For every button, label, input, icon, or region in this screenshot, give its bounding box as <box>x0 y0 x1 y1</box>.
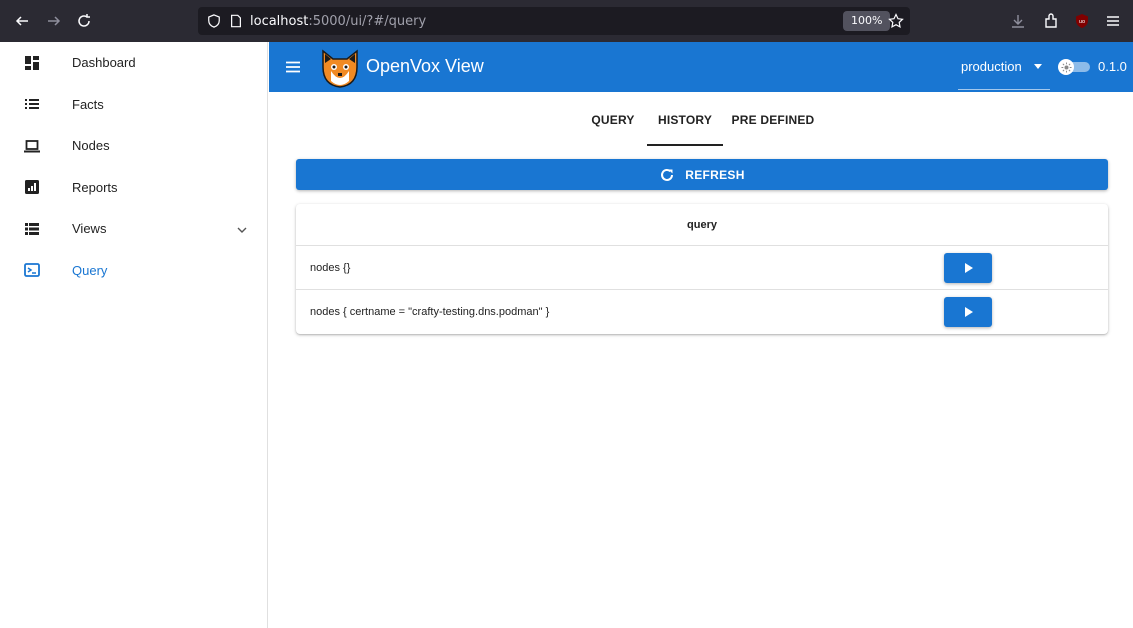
tab-history[interactable]: HISTORY <box>647 92 723 148</box>
sidebar-item-label: Dashboard <box>72 55 136 71</box>
sidebar-item-label: Reports <box>72 179 118 195</box>
app-bar: OpenVox View production 0.1.0 <box>269 42 1133 92</box>
refresh-button[interactable]: REFRESH <box>296 159 1108 190</box>
query-text: nodes {} <box>310 261 351 274</box>
ublock-icon[interactable]: uo <box>1074 13 1090 29</box>
refresh-label: REFRESH <box>685 167 745 182</box>
sidebar-item-label: Facts <box>72 96 104 112</box>
tab-pre-defined[interactable]: PRE DEFINED <box>727 92 819 148</box>
sidebar-item-dashboard[interactable]: Dashboard <box>0 42 267 84</box>
caret-down-icon <box>1034 64 1042 69</box>
sidebar-item-nodes[interactable]: Nodes <box>0 125 267 167</box>
page-icon <box>228 13 244 29</box>
column-header-query: query <box>296 204 1108 246</box>
download-icon[interactable] <box>1010 13 1026 29</box>
back-arrow-icon[interactable] <box>10 9 34 33</box>
forward-arrow-icon[interactable] <box>42 9 66 33</box>
run-query-button[interactable] <box>944 297 992 327</box>
version-label: 0.1.0 <box>1098 59 1127 74</box>
view-list-icon <box>24 221 40 237</box>
play-icon <box>965 263 973 273</box>
chart-icon <box>24 179 40 195</box>
zoom-badge[interactable]: 100% <box>843 11 891 31</box>
app-title: OpenVox View <box>366 56 484 76</box>
sidebar-item-facts[interactable]: Facts <box>0 84 267 126</box>
sidebar: Dashboard Facts Nodes Reports Views Quer… <box>0 42 268 628</box>
terminal-icon <box>24 262 40 278</box>
table-row: nodes {} <box>296 246 1108 290</box>
url-text[interactable]: localhost:5000/ui/?#/query <box>250 14 426 29</box>
tab-query[interactable]: QUERY <box>583 92 643 148</box>
sidebar-item-label: Query <box>72 262 108 278</box>
sidebar-item-views[interactable]: Views <box>0 208 267 250</box>
svg-text:uo: uo <box>1079 19 1085 25</box>
hamburger-menu-icon[interactable] <box>1105 13 1121 29</box>
run-query-button[interactable] <box>944 253 992 283</box>
sidebar-item-query[interactable]: Query <box>0 250 267 292</box>
bookmark-star-icon[interactable] <box>888 13 904 29</box>
sun-icon <box>1058 59 1074 75</box>
menu-icon[interactable] <box>285 59 301 75</box>
chevron-down-icon[interactable] <box>236 223 248 235</box>
extensions-icon[interactable] <box>1043 13 1059 29</box>
sidebar-item-reports[interactable]: Reports <box>0 167 267 209</box>
sidebar-item-label: Nodes <box>72 138 110 154</box>
list-icon <box>24 96 40 112</box>
play-icon <box>965 307 973 317</box>
laptop-icon <box>24 138 40 154</box>
query-text: nodes { certname = "crafty-testing.dns.p… <box>310 306 550 318</box>
shield-icon[interactable] <box>206 13 222 29</box>
environment-value: production <box>961 59 1022 74</box>
tab-bar: QUERY HISTORY PRE DEFINED <box>269 92 1133 148</box>
theme-toggle[interactable] <box>1058 59 1092 75</box>
browser-toolbar: localhost:5000/ui/?#/query 100% uo <box>0 0 1133 42</box>
environment-select[interactable]: production <box>958 42 1050 90</box>
dashboard-icon <box>24 55 40 71</box>
table-row: nodes { certname = "crafty-testing.dns.p… <box>296 290 1108 334</box>
address-bar[interactable]: localhost:5000/ui/?#/query 100% <box>198 7 910 35</box>
sidebar-item-label: Views <box>72 221 107 237</box>
history-table: query nodes {} nodes { certname = "craft… <box>296 204 1108 334</box>
reload-icon[interactable] <box>72 9 96 33</box>
refresh-icon <box>659 167 675 183</box>
openvox-fox-logo <box>317 45 363 91</box>
